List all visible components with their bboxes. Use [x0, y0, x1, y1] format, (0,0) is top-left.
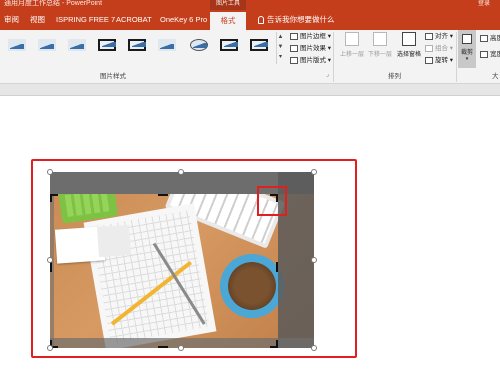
picture-effects-button[interactable]: 图片效果 ▾: [290, 44, 331, 54]
picture-effects-icon: [290, 44, 298, 52]
width-icon: [480, 50, 488, 58]
height-icon: [480, 34, 488, 42]
resize-handle[interactable]: [47, 169, 53, 175]
crop-edge-handle[interactable]: [158, 346, 168, 348]
chevron-down-icon: ▾: [465, 56, 469, 62]
resize-handle[interactable]: [47, 257, 53, 263]
crop-button[interactable]: 裁剪 ▾: [458, 30, 476, 68]
selection-outline: [31, 159, 357, 358]
scroll-down-icon[interactable]: ▼: [277, 42, 284, 52]
lightbulb-icon: [258, 16, 264, 25]
window-title: 通用月度工作总结 - PowerPoint: [4, 0, 103, 7]
group-separator: [333, 32, 334, 82]
send-backward-button[interactable]: 下移一层: [366, 32, 394, 58]
ribbon: ▲ ▼ ▾ 图片边框 ▾ 图片效果 ▾ 图片版式 ▾ 图片样式 ⌟ 上移一层 下…: [0, 30, 500, 84]
oval-icon[interactable]: [188, 36, 210, 54]
resize-handle[interactable]: [311, 345, 317, 351]
gallery-more-icon[interactable]: ▾: [277, 52, 284, 62]
picture-border-icon: [290, 32, 298, 40]
scroll-up-icon[interactable]: ▲: [277, 32, 284, 42]
tell-me-text: 告诉我你想要做什么: [267, 15, 335, 24]
crop-icon: [462, 34, 472, 44]
align-button[interactable]: 对齐 ▾: [425, 32, 453, 42]
tab-view[interactable]: 视图: [30, 10, 45, 30]
bring-forward-button[interactable]: 上移一层: [338, 32, 366, 58]
context-tab-title: 图片工具: [210, 0, 246, 10]
bring-forward-icon: [345, 32, 359, 46]
tab-ispring[interactable]: ISPRING FREE 7: [56, 10, 115, 30]
tab-review[interactable]: 审阅: [4, 10, 19, 30]
crop-corner-handle[interactable]: [270, 340, 278, 348]
selection-pane-icon: [402, 32, 416, 46]
group-button[interactable]: 组合 ▾: [425, 44, 453, 54]
ribbon-tab-row: 审阅 视图 ISPRING FREE 7 ACROBAT OneKey 6 Pr…: [0, 10, 500, 30]
metal-frame-icon[interactable]: [248, 36, 270, 54]
rotate-button[interactable]: 旋转 ▾: [425, 56, 453, 66]
shadow-frame-icon[interactable]: [156, 36, 178, 54]
dialog-launcher-icon[interactable]: ⌟: [326, 71, 329, 78]
group-icon: [425, 44, 433, 52]
title-bar: 通用月度工作总结 - PowerPoint 图片工具 登录: [0, 0, 500, 10]
resize-handle[interactable]: [311, 257, 317, 263]
arrange-group-label: 排列: [388, 73, 401, 80]
resize-handle[interactable]: [311, 169, 317, 175]
soft-edge-icon[interactable]: [36, 36, 58, 54]
crop-edge-handle[interactable]: [50, 262, 52, 272]
crop-edge-handle[interactable]: [276, 262, 278, 272]
beveled-icon[interactable]: [66, 36, 88, 54]
picture-layout-button[interactable]: 图片版式 ▾: [290, 56, 331, 66]
selection-pane-button[interactable]: 选择窗格: [394, 32, 424, 58]
group-separator: [456, 32, 457, 82]
crop-corner-handle[interactable]: [50, 194, 58, 202]
black-frame-icon[interactable]: [96, 36, 118, 54]
signin-link[interactable]: 登录: [478, 0, 490, 8]
resize-handle[interactable]: [178, 345, 184, 351]
crop-edge-handle[interactable]: [158, 194, 168, 196]
resize-handle[interactable]: [178, 169, 184, 175]
width-field[interactable]: 宽度: [480, 50, 500, 60]
picture-styles-group-label: 图片样式: [100, 73, 126, 80]
tab-format[interactable]: 格式: [210, 12, 246, 30]
rotate-icon: [425, 56, 433, 64]
send-backward-icon: [373, 32, 387, 46]
align-icon: [425, 32, 433, 40]
gallery-scroll[interactable]: ▲ ▼ ▾: [276, 32, 284, 64]
thick-black-frame-icon[interactable]: [126, 36, 148, 54]
tab-acrobat[interactable]: ACROBAT: [116, 10, 152, 30]
simple-frame-icon[interactable]: [6, 36, 28, 54]
thin-black-frame-icon[interactable]: [218, 36, 240, 54]
resize-handle[interactable]: [47, 345, 53, 351]
tell-me-box[interactable]: 告诉我你想要做什么: [258, 10, 335, 30]
picture-styles-gallery: [2, 32, 278, 64]
picture-border-button[interactable]: 图片边框 ▾: [290, 32, 331, 42]
picture-layout-icon: [290, 56, 298, 64]
crop-corner-highlight: [257, 186, 287, 216]
size-group-label: 大: [492, 73, 499, 80]
tab-onekey[interactable]: OneKey 6 Pro: [160, 10, 207, 30]
height-field[interactable]: 高度: [480, 34, 500, 44]
